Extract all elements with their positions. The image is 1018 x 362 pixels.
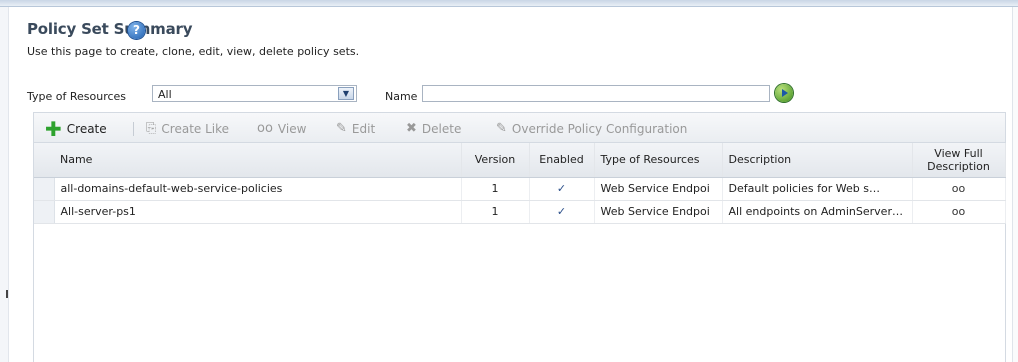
cell-name: all-domains-default-web-service-policies <box>54 177 462 201</box>
cell-description: Default policies for Web s… <box>722 177 913 201</box>
column-header-view-full[interactable]: View Full Description <box>912 143 1006 178</box>
cell-type: Web Service Endpoi <box>594 177 723 201</box>
create-like-label: Create Like <box>161 121 230 136</box>
cell-description: All endpoints on AdminServer… <box>722 200 913 224</box>
column-header-description[interactable]: Description <box>722 143 913 178</box>
table-header-row: Name Version Enabled Type of Resources D… <box>34 143 1006 178</box>
row-selector[interactable] <box>34 177 55 201</box>
table-row[interactable]: All-server-ps1 1 ✓ Web Service Endpoi Al… <box>34 200 1006 224</box>
table-toolbar: ✚ Create ⎘ Create Like ᴏᴏ View ✎ Edit ✖ … <box>34 113 1005 143</box>
row-selector-header <box>34 143 54 178</box>
name-filter-input[interactable] <box>422 85 770 102</box>
plus-icon: ✚ <box>45 116 62 141</box>
view-full-description-icon[interactable]: ᴏᴏ <box>912 177 1006 201</box>
pencil-icon: ✎ <box>496 120 507 136</box>
delete-button-label: Delete <box>421 121 462 136</box>
column-header-name[interactable]: Name <box>54 143 462 178</box>
policy-set-table: Name Version Enabled Type of Resources D… <box>34 143 1006 224</box>
chevron-down-icon[interactable]: ▼ <box>338 87 354 100</box>
cell-name: All-server-ps1 <box>54 200 462 224</box>
column-header-version[interactable]: Version <box>461 143 530 178</box>
cell-type: Web Service Endpoi <box>594 200 723 224</box>
type-of-resources-value: All <box>158 88 172 101</box>
edit-button-label: Edit <box>351 121 376 136</box>
view-button[interactable]: ᴏᴏ View <box>257 121 306 136</box>
cell-version: 1 <box>461 177 530 201</box>
view-full-line-2: Description <box>927 159 990 173</box>
create-button-label: Create <box>66 121 107 136</box>
view-full-line-1: View Full <box>934 146 983 160</box>
column-header-enabled[interactable]: Enabled <box>529 143 595 178</box>
pencil-icon: ✎ <box>336 120 347 136</box>
view-button-label: View <box>277 121 307 136</box>
view-full-description-icon[interactable]: ᴏᴏ <box>912 200 1006 224</box>
name-filter-label: Name <box>385 90 418 103</box>
page-subtitle: Use this page to create, clone, edit, vi… <box>27 45 360 58</box>
table-row[interactable]: all-domains-default-web-service-policies… <box>34 177 1006 201</box>
type-of-resources-select[interactable]: All ▼ <box>152 85 357 102</box>
override-policy-label: Override Policy Configuration <box>511 121 688 136</box>
top-strip <box>0 0 1018 7</box>
enabled-check-icon: ✓ <box>529 177 595 201</box>
create-button[interactable]: ✚ Create <box>45 116 107 141</box>
toolbar-divider <box>133 122 134 136</box>
right-scroll-edge <box>1012 7 1018 362</box>
help-icon[interactable]: ? <box>128 22 145 39</box>
page-title: Policy Set Summary <box>27 20 193 38</box>
row-selector[interactable] <box>34 200 55 224</box>
type-of-resources-label: Type of Resources <box>27 90 127 103</box>
delete-icon: ✖ <box>406 120 417 136</box>
cell-version: 1 <box>461 200 530 224</box>
copy-icon: ⎘ <box>146 120 157 136</box>
left-splitter[interactable] <box>0 7 9 362</box>
go-search-icon[interactable] <box>775 84 793 102</box>
enabled-check-icon: ✓ <box>529 200 595 224</box>
create-like-button[interactable]: ⎘ Create Like <box>146 121 229 136</box>
glasses-icon: ᴏᴏ <box>257 120 273 136</box>
column-header-type[interactable]: Type of Resources <box>594 143 723 178</box>
splitter-handle[interactable] <box>6 290 8 298</box>
override-policy-button[interactable]: ✎ Override Policy Configuration <box>496 121 687 136</box>
policy-set-table-panel: ✚ Create ⎘ Create Like ᴏᴏ View ✎ Edit ✖ … <box>33 112 1006 362</box>
delete-button[interactable]: ✖ Delete <box>406 121 461 136</box>
edit-button[interactable]: ✎ Edit <box>336 121 375 136</box>
